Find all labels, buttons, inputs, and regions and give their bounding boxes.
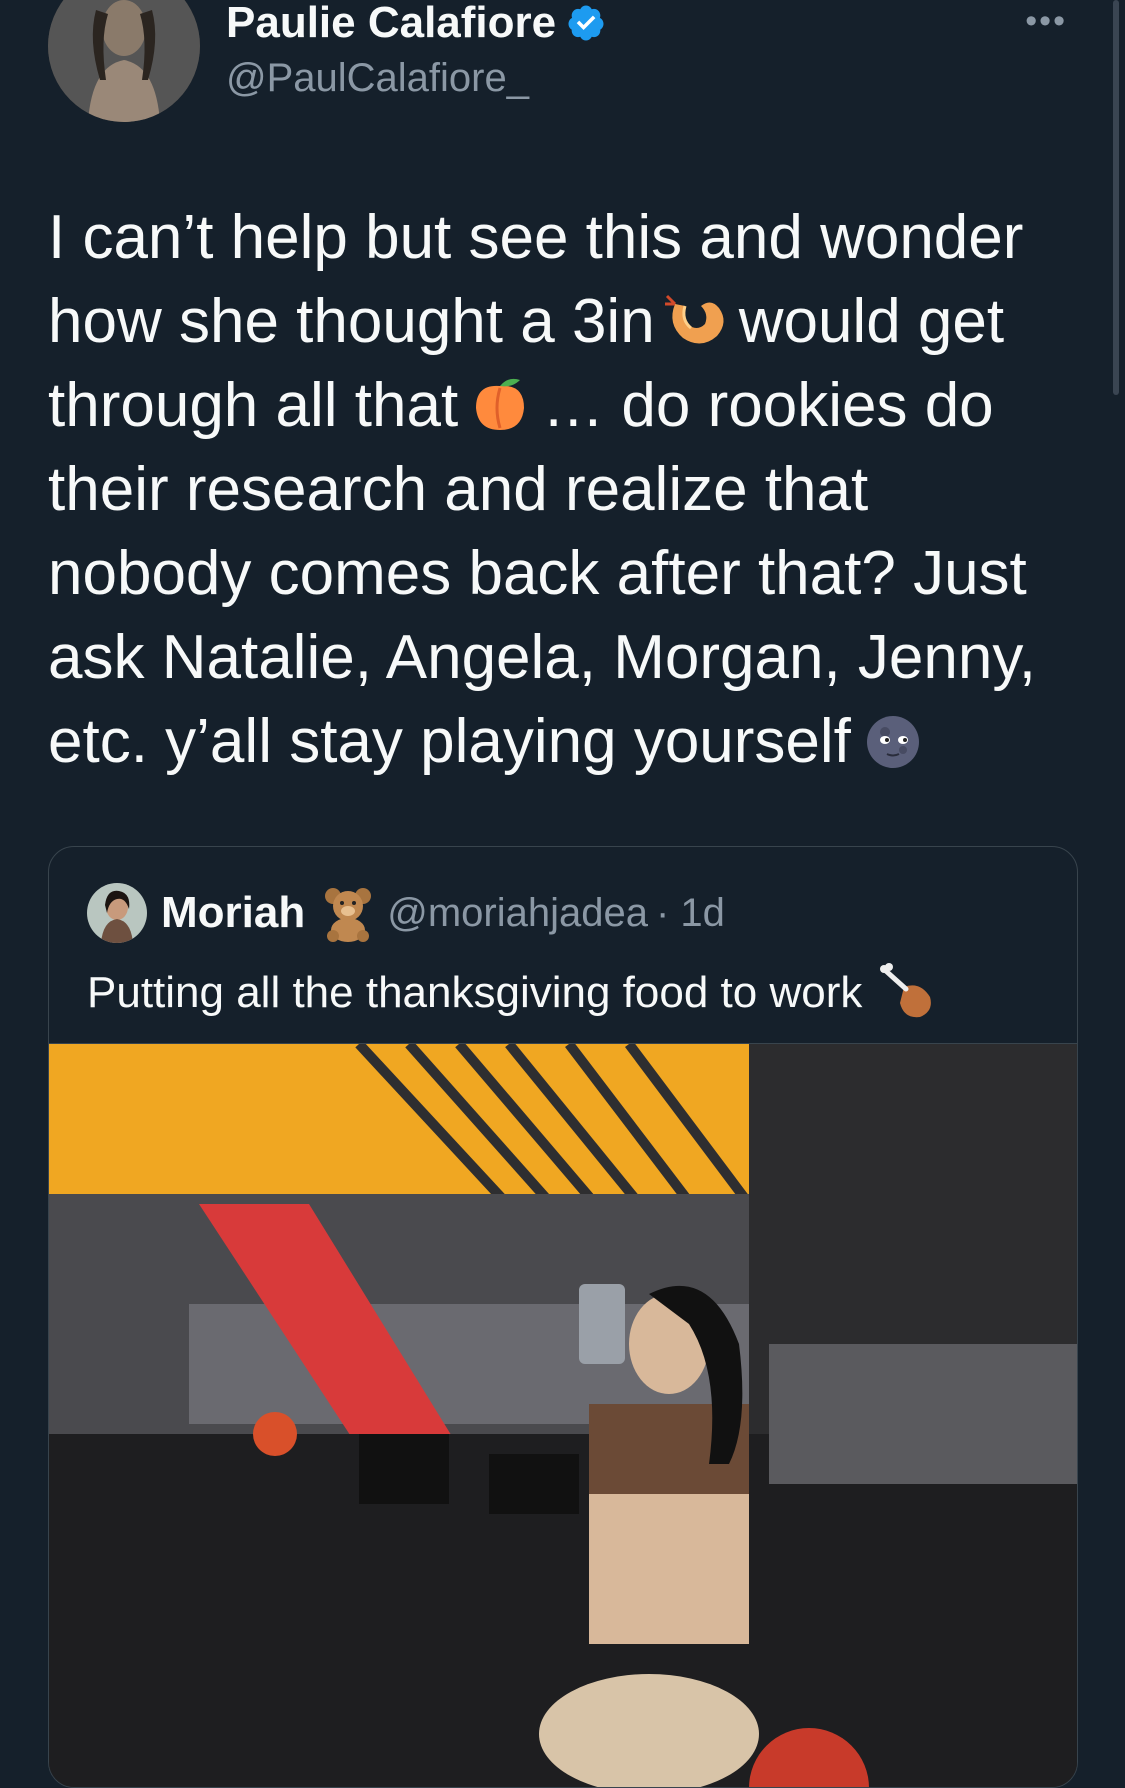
tweet-text-line: … do rookies do	[542, 371, 994, 440]
quoted-tweet-header: Moriah @moriahjadea · 1d	[87, 883, 725, 943]
peach-icon	[464, 374, 536, 434]
tweet-text-line: I can’t help but see this and wonder	[48, 203, 1024, 272]
quoted-tweet-text-content: Putting all the thanksgiving food to wor…	[87, 968, 863, 1017]
new-moon-face-icon	[857, 710, 929, 770]
quoted-author-handle[interactable]: @moriahjadea	[387, 891, 648, 936]
tweet-text-line: etc. y’all stay playing yourself	[48, 707, 851, 776]
tweet-text-line: would get	[738, 287, 1005, 356]
author-name-row[interactable]: Paulie Calafiore	[226, 0, 606, 48]
quoted-author-name[interactable]: Moriah	[161, 888, 305, 938]
author-name[interactable]: Paulie Calafiore	[226, 0, 556, 48]
poultry-leg-icon	[876, 963, 936, 1023]
tweet-text-line: nobody comes back after that? Just	[48, 539, 1027, 608]
quoted-tweet-text: Putting all the thanksgiving food to wor…	[87, 963, 936, 1023]
tweet-text-line: their research and realize that	[48, 455, 869, 524]
quoted-tweet-photo[interactable]	[49, 1043, 1077, 1787]
quoted-tweet[interactable]: Moriah @moriahjadea · 1d Putting all the…	[48, 846, 1078, 1788]
tweet-text-line: through all that	[48, 371, 459, 440]
teddy-bear-icon	[319, 884, 377, 942]
tweet-text: I can’t help but see this and wonder how…	[48, 196, 1088, 784]
verified-badge-icon	[566, 3, 606, 43]
tweet-text-line: how she thought a 3in	[48, 287, 655, 356]
quoted-author-avatar[interactable]	[87, 883, 147, 943]
author-avatar[interactable]	[48, 0, 200, 122]
shrimp-icon	[661, 290, 733, 350]
tweet-text-line: ask Natalie, Angela, Morgan, Jenny,	[48, 623, 1036, 692]
quoted-tweet-time[interactable]: · 1d	[656, 891, 725, 936]
author-handle[interactable]: @PaulCalafiore_	[226, 56, 529, 101]
scrollbar[interactable]	[1113, 0, 1119, 395]
more-options-button[interactable]: •••	[1025, 2, 1067, 41]
